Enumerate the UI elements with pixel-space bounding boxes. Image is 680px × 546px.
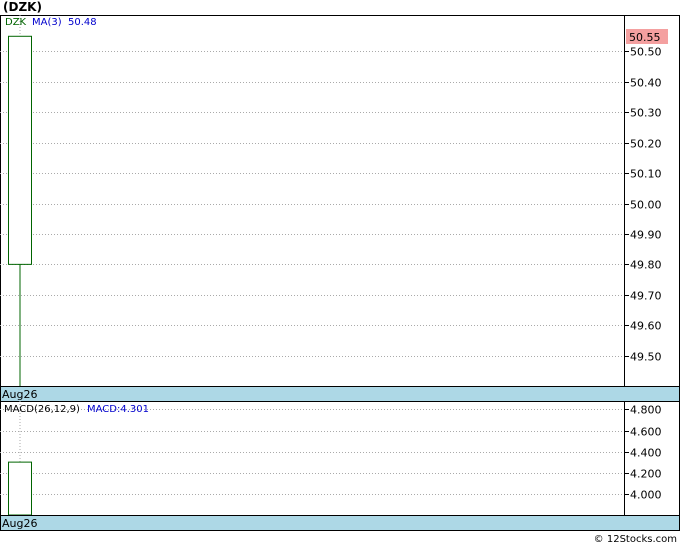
price-date-bar	[0, 386, 680, 402]
macd-bar	[8, 461, 32, 516]
macd-bars	[8, 461, 32, 516]
price-panel-frame	[0, 15, 680, 387]
legend-ticker: DZK	[5, 17, 27, 28]
price-tick-label: 49.90	[630, 229, 662, 242]
price-date-label: Aug26	[2, 388, 37, 401]
macd-panel-frame	[0, 401, 680, 516]
last-price-label: 50.55	[629, 31, 661, 44]
macd-tick-label: 4.200	[630, 468, 662, 481]
stock-chart: 49.50 49.60 49.70 49.80 49.90 50.00 50.10 50.20…	[0, 15, 680, 531]
macd-tick-label: 4.800	[630, 404, 662, 417]
footer-credit: © 12Stocks.com	[593, 534, 677, 545]
candle-body	[8, 35, 32, 265]
macd-date-bar	[0, 515, 680, 531]
price-tick-label: 49.60	[630, 320, 662, 333]
price-tick-label: 50.30	[630, 107, 662, 120]
price-tick-label: 50.10	[630, 168, 662, 181]
price-panel: 49.50 49.60 49.70 49.80 49.90 50.00 50.10 50.20…	[0, 15, 680, 402]
macd-legend-value: MACD:4.301	[87, 404, 149, 415]
macd-date-label: Aug26	[2, 517, 37, 530]
legend-ma-value: 50.48	[68, 17, 97, 28]
price-tick-label: 50.00	[630, 199, 662, 212]
macd-tick-label: 4.400	[630, 447, 662, 460]
price-tick-label: 50.20	[630, 138, 662, 151]
price-tick-label: 50.40	[630, 77, 662, 90]
price-tick-label: 50.50	[630, 46, 662, 59]
price-tick-label: 49.50	[630, 351, 662, 364]
price-tick-label: 49.70	[630, 290, 662, 303]
price-tick-label: 49.80	[630, 259, 662, 272]
macd-tick-label: 4.600	[630, 426, 662, 439]
macd-panel: 4.000 4.200 4.400 4.600 4.800 Aug26 MACD(26,…	[0, 401, 680, 531]
legend-ma-label: MA(3)	[32, 17, 62, 28]
macd-legend-label: MACD(26,12,9)	[4, 404, 80, 415]
macd-tick-label: 4.000	[630, 489, 662, 502]
